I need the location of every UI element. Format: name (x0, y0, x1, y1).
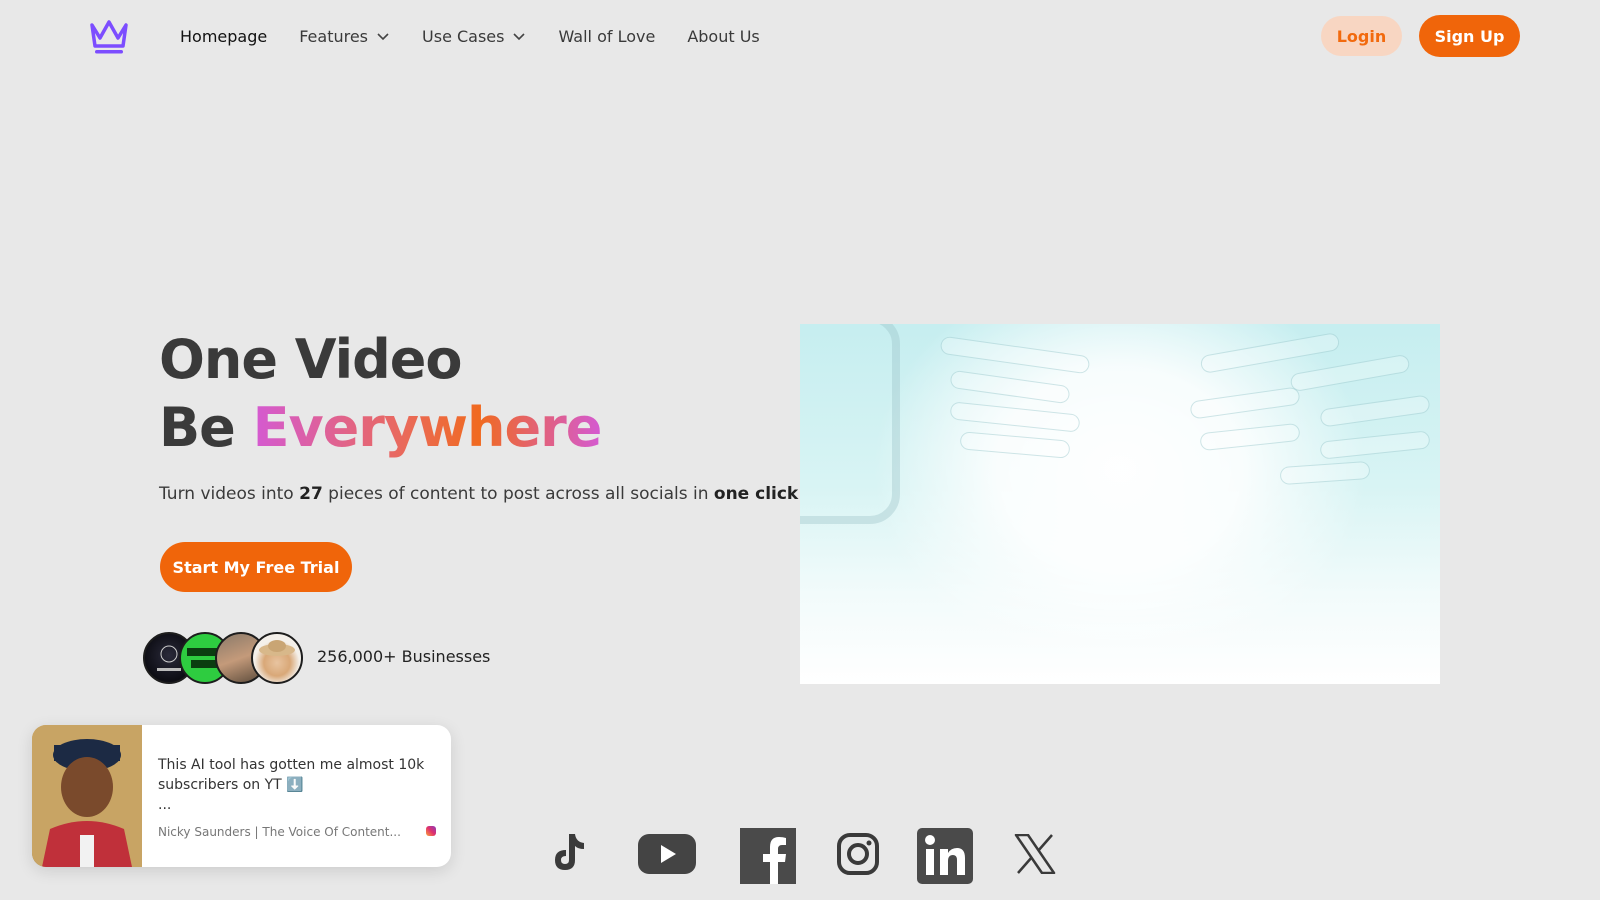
hero-title: One Video Be Everywhere (159, 326, 603, 462)
hero-title-line1: One Video (159, 328, 463, 391)
chevron-down-icon (513, 33, 526, 41)
video-pill (959, 431, 1071, 459)
x-icon[interactable] (1014, 834, 1056, 874)
video-pill (1279, 460, 1371, 486)
testimonial-text: This AI tool has gotten me almost 10k su… (158, 755, 438, 815)
video-pill (949, 401, 1081, 433)
facebook-icon[interactable] (740, 828, 796, 884)
nav-use-cases[interactable]: Use Cases (422, 27, 526, 46)
video-pill (1319, 394, 1431, 428)
nav-about-us-label: About Us (687, 26, 760, 46)
top-nav: Homepage Features Use Cases Wall of Love… (0, 0, 1600, 72)
login-button[interactable]: Login (1321, 16, 1402, 56)
video-pill (949, 369, 1071, 405)
avatar (251, 632, 303, 684)
hero-subtitle: Turn videos into 27 pieces of content to… (159, 484, 798, 504)
video-pill (939, 335, 1091, 375)
nav-use-cases-label: Use Cases (422, 26, 505, 46)
hero-video[interactable] (800, 324, 1440, 684)
video-pill (1319, 430, 1431, 460)
linkedin-icon[interactable] (917, 828, 973, 884)
nav-about-us[interactable]: About Us (687, 27, 759, 46)
nav-wall-of-love-label: Wall of Love (558, 26, 656, 46)
crown-icon[interactable] (88, 16, 130, 56)
nav-features-label: Features (299, 26, 369, 46)
hero-title-highlight: Everywhere (252, 396, 603, 459)
video-pill (1199, 422, 1301, 452)
testimonial-text-line: This AI tool has gotten me almost 10k (158, 757, 425, 773)
nav-features[interactable]: Features (299, 27, 390, 46)
testimonial-author: Nicky Saunders | The Voice Of Content... (158, 825, 401, 839)
instagram-icon[interactable] (426, 826, 436, 836)
nav-wall-of-love[interactable]: Wall of Love (558, 27, 655, 46)
signup-button[interactable]: Sign Up (1419, 15, 1520, 57)
subtitle-count: 27 (299, 484, 323, 504)
start-free-trial-button[interactable]: Start My Free Trial (160, 542, 352, 592)
customer-avatars (143, 632, 303, 684)
subtitle-text: Turn videos into (159, 484, 300, 504)
video-pill (1189, 386, 1301, 420)
nav-homepage-label: Homepage (180, 26, 268, 46)
video-pill (1289, 353, 1411, 393)
youtube-icon[interactable] (638, 834, 696, 874)
nav-homepage[interactable]: Homepage (180, 27, 267, 46)
hero-title-line2: Be Everywhere (159, 394, 603, 462)
social-proof-count: 256,000+ Businesses (317, 647, 491, 666)
testimonial-card[interactable]: This AI tool has gotten me almost 10k su… (32, 725, 451, 867)
subtitle-emphasis: one click (713, 484, 799, 504)
testimonial-text-line: ... (158, 797, 172, 813)
nav-links: Homepage Features Use Cases Wall of Love… (180, 0, 760, 72)
chevron-down-icon (377, 33, 389, 41)
testimonial-text-line: subscribers on YT ⬇️ (158, 777, 304, 793)
video-pill (1199, 331, 1341, 375)
hero-title-prefix: Be (159, 396, 253, 459)
tiktok-icon[interactable] (549, 830, 589, 874)
subtitle-text: pieces of content to post across all soc… (322, 484, 714, 504)
instagram-icon[interactable] (836, 832, 880, 876)
testimonial-photo (32, 725, 142, 867)
video-frame-decoration (800, 324, 900, 524)
